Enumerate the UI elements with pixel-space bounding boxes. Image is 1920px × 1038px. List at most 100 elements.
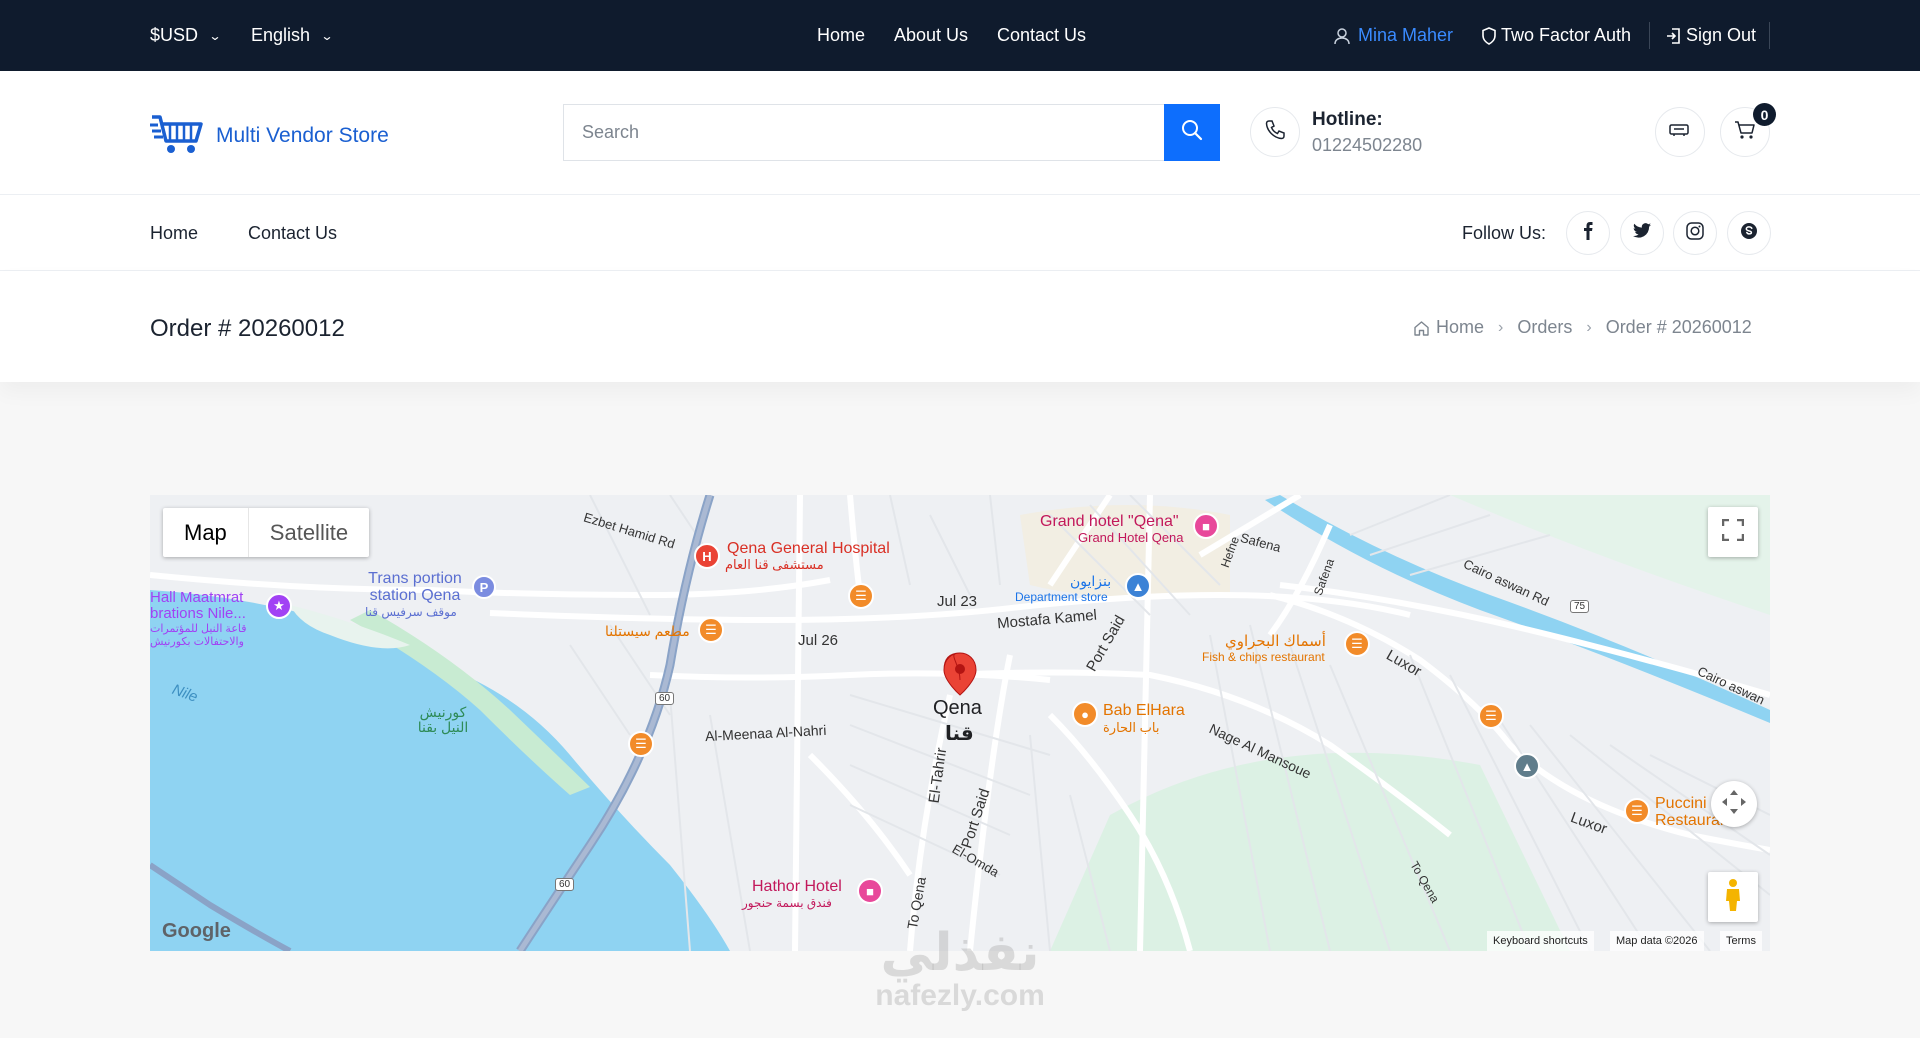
sign-out-link[interactable]: Sign Out <box>1666 0 1756 71</box>
terms-link[interactable]: Terms <box>1720 931 1762 951</box>
nav-contact[interactable]: Contact Us <box>248 195 337 271</box>
fullscreen-button[interactable] <box>1708 507 1758 557</box>
hotel-marker-icon[interactable]: ■ <box>1193 513 1219 539</box>
compare-button[interactable] <box>1655 107 1705 157</box>
map-type-satellite[interactable]: Satellite <box>249 508 369 557</box>
hotline-label: Hotline: <box>1312 109 1383 130</box>
restaurant-icon[interactable]: ☰ <box>1344 631 1370 657</box>
department-store-label: Department store <box>1015 590 1108 604</box>
keyboard-shortcuts-link[interactable]: Keyboard shortcuts <box>1487 931 1594 951</box>
event-hall-icon[interactable]: ★ <box>266 593 292 619</box>
user-name: Mina Maher <box>1358 25 1454 45</box>
map-type-control: Map Satellite <box>163 508 370 557</box>
currency-selector[interactable]: $USD ⌄ <box>150 0 222 71</box>
hospital-label-ar: مستشفى قنا العام <box>725 557 824 572</box>
hotline-icon-circle <box>1250 107 1300 157</box>
watermark-ar: نفذلي <box>880 924 1040 982</box>
logo[interactable]: Multi Vendor Store <box>150 111 389 160</box>
hathor-hotel-label[interactable]: Hathor Hotel <box>752 878 842 896</box>
hospital-label[interactable]: Qena General Hospital <box>727 540 890 558</box>
breadcrumb-home-label: Home <box>1436 317 1485 337</box>
page-title: Order # 20260012 <box>150 315 345 342</box>
user-account-link[interactable]: Mina Maher <box>1333 0 1453 71</box>
road-jul26: Jul 26 <box>798 632 839 649</box>
order-location-map[interactable]: Qena General Hospital مستشفى قنا العام H… <box>150 495 1770 951</box>
school-icon[interactable]: ▲ <box>1514 753 1540 779</box>
bazaar-label-ar[interactable]: بنزايون <box>1070 573 1111 590</box>
restaurant-label-ar[interactable]: مطعم سيستلنا <box>605 623 690 640</box>
hall-label[interactable]: Hall Maatmrat brations Nile... <box>150 590 270 622</box>
language-selector[interactable]: English ⌄ <box>251 0 334 71</box>
restaurant-icon[interactable]: ☰ <box>1624 798 1650 824</box>
camera-control-button[interactable] <box>1711 781 1757 827</box>
phone-icon <box>1264 119 1286 146</box>
two-factor-label: Two Factor Auth <box>1501 25 1632 45</box>
camera-control-icon <box>1720 788 1748 821</box>
header: Multi Vendor Store Hotline: 01224502280 <box>0 71 1920 195</box>
cart-count-badge: 0 <box>1753 103 1776 126</box>
top-nav-contact[interactable]: Contact Us <box>997 0 1086 71</box>
trans-station-label[interactable]: Trans portion station Qena <box>360 570 470 604</box>
shield-icon <box>1481 26 1497 45</box>
breadcrumb-orders[interactable]: Orders <box>1517 317 1572 338</box>
search-bar <box>563 104 1220 161</box>
restaurant-icon[interactable]: ☰ <box>628 731 654 757</box>
cart-icon <box>1734 120 1756 145</box>
sign-out-label: Sign Out <box>1686 25 1757 45</box>
language-label: English <box>251 25 311 45</box>
hotline-number: 01224502280 <box>1312 135 1423 155</box>
pegman-icon <box>1722 878 1744 917</box>
cafe-icon[interactable]: ● <box>1072 701 1098 727</box>
instagram-link[interactable] <box>1673 211 1717 255</box>
instagram-icon <box>1686 221 1704 245</box>
facebook-link[interactable] <box>1566 211 1610 255</box>
cart-logo-icon <box>150 111 208 160</box>
top-bar: $USD ⌄ English ⌄ Home About Us Contact U… <box>0 0 1920 71</box>
home-icon <box>1413 320 1430 336</box>
top-nav-home[interactable]: Home <box>817 0 865 71</box>
twitter-icon <box>1633 223 1651 243</box>
road-jul23: Jul 23 <box>937 593 978 610</box>
hathor-hotel-label-ar: فندق بسمة حنجور <box>742 896 832 910</box>
google-logo[interactable]: Google <box>162 920 231 943</box>
street-view-button[interactable] <box>1708 872 1758 922</box>
fish-restaurant-label: Fish & chips restaurant <box>1202 650 1325 664</box>
chevron-down-icon: ⌄ <box>208 28 222 43</box>
corniche-label: كورنيش النيل بقنا <box>417 704 469 735</box>
fish-restaurant-label-ar[interactable]: أسماك البحراوي <box>1225 632 1326 650</box>
grand-hotel-sub: Grand Hotel Qena <box>1078 530 1184 545</box>
watermark-en: nafezly.com <box>875 979 1045 1012</box>
breadcrumb-current: Order # 20260012 <box>1605 317 1752 337</box>
top-nav-about[interactable]: About Us <box>894 0 968 71</box>
city-label: Qena <box>933 697 982 719</box>
sign-out-icon <box>1666 27 1682 45</box>
search-button[interactable] <box>1164 104 1220 161</box>
hall-label-ar: قاعة النيل للمؤتمرات والاحتفالات بكورنيش <box>150 623 247 648</box>
twitter-link[interactable] <box>1620 211 1664 255</box>
road-shield-60: 60 <box>555 878 575 891</box>
nav-home[interactable]: Home <box>150 195 198 271</box>
bab-elhara-label[interactable]: Bab ElHara <box>1103 702 1185 720</box>
search-icon <box>1181 119 1203 146</box>
map-type-map[interactable]: Map <box>163 508 249 557</box>
search-input[interactable] <box>564 105 1164 160</box>
currency-label: $USD <box>150 25 199 45</box>
user-icon <box>1333 27 1351 45</box>
divider <box>1769 22 1770 49</box>
parking-icon[interactable]: P <box>472 575 496 599</box>
two-factor-auth-link[interactable]: Two Factor Auth <box>1481 0 1631 71</box>
restaurant-icon[interactable]: ☰ <box>848 583 874 609</box>
page-title-bar: Order # 20260012 Home › Orders › Order #… <box>0 271 1920 382</box>
skype-link[interactable] <box>1727 211 1771 255</box>
restaurant-icon[interactable]: ☰ <box>698 617 724 643</box>
shopping-bag-icon[interactable]: ▲ <box>1125 573 1151 599</box>
watermark: نفذلي nafezly.com <box>855 925 1065 1011</box>
grand-hotel-label[interactable]: Grand hotel "Qena" <box>1040 513 1179 531</box>
facebook-icon <box>1583 221 1593 245</box>
bab-elhara-label-ar: باب الحارة <box>1103 720 1160 735</box>
map-data-label: Map data ©2026 <box>1610 931 1704 951</box>
hotel-marker-icon[interactable]: ■ <box>857 878 883 904</box>
hospital-marker-icon[interactable]: H <box>694 543 720 569</box>
restaurant-icon[interactable]: ☰ <box>1478 703 1504 729</box>
breadcrumb-home[interactable]: Home <box>1413 317 1484 338</box>
